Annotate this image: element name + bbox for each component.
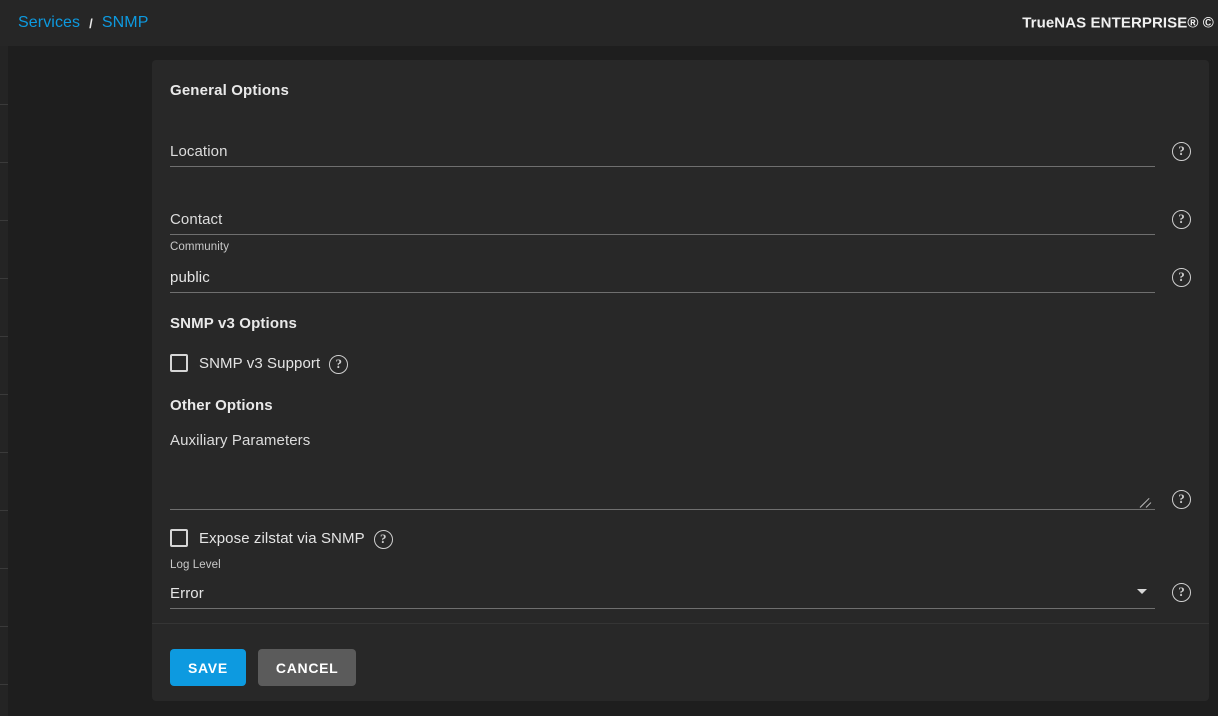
field-auxiliary-parameters-label: Auxiliary Parameters	[170, 432, 311, 449]
help-icon-auxiliary-parameters[interactable]: ?	[1172, 490, 1191, 509]
cancel-button[interactable]: CANCEL	[257, 649, 357, 686]
breadcrumb-separator: /	[89, 15, 93, 31]
form-actions: SAVE CANCEL	[170, 649, 357, 686]
checkbox-row-expose-zilstat[interactable]: Expose zilstat via SNMP ?	[170, 525, 1191, 551]
sidebar-nav-divider	[0, 626, 8, 627]
help-icon-expose-zilstat[interactable]: ?	[373, 529, 393, 549]
help-icon-log-level[interactable]: ?	[1172, 583, 1191, 602]
sidebar-nav-divider	[0, 220, 8, 221]
field-location-label: Location	[170, 143, 228, 160]
field-auxiliary-parameters[interactable]: Auxiliary Parameters ?	[170, 424, 1191, 510]
section-heading-general: General Options	[170, 82, 289, 99]
top-bar: Services / SNMP TrueNAS ENTERPRISE® © 20…	[0, 0, 1218, 46]
help-icon-snmpv3-support[interactable]: ?	[329, 354, 349, 374]
save-button[interactable]: SAVE	[170, 649, 246, 686]
field-log-level[interactable]: Log Level Error ?	[170, 555, 1191, 609]
checkbox-snmpv3-support[interactable]	[170, 354, 188, 372]
field-location[interactable]: Location ?	[170, 111, 1191, 167]
field-community-underline: Community public	[170, 237, 1155, 293]
chevron-down-icon[interactable]	[1137, 589, 1147, 594]
breadcrumb: Services / SNMP	[18, 14, 149, 32]
card-footer-divider	[152, 623, 1209, 624]
help-icon-contact[interactable]: ?	[1172, 210, 1191, 229]
field-location-underline: Location	[170, 111, 1155, 167]
sidebar-nav-divider	[0, 278, 8, 279]
sidebar-nav-divider	[0, 568, 8, 569]
field-log-level-value: Error	[170, 585, 204, 602]
sidebar-nav-divider	[0, 336, 8, 337]
field-log-level-label: Log Level	[170, 559, 221, 571]
section-heading-other: Other Options	[170, 397, 273, 414]
sidebar-nav-divider	[0, 394, 8, 395]
help-icon-community[interactable]: ?	[1172, 268, 1191, 287]
section-heading-snmpv3: SNMP v3 Options	[170, 315, 297, 332]
sidebar-nav-divider	[0, 104, 8, 105]
checkbox-label-snmpv3-support: SNMP v3 Support	[199, 354, 321, 372]
field-auxiliary-parameters-box[interactable]: Auxiliary Parameters	[170, 424, 1155, 510]
snmp-settings-card: General Options Location ? Contact ? Com…	[152, 60, 1209, 701]
field-log-level-underline[interactable]: Log Level Error	[170, 555, 1155, 609]
field-community[interactable]: Community public ?	[170, 237, 1191, 293]
breadcrumb-current-snmp[interactable]: SNMP	[102, 14, 149, 32]
field-community-value: public	[170, 269, 210, 286]
breadcrumb-link-services[interactable]: Services	[18, 14, 80, 32]
checkbox-expose-zilstat[interactable]	[170, 529, 188, 547]
product-copyright-label: TrueNAS ENTERPRISE® © 2024	[1022, 14, 1218, 32]
resize-grip-icon[interactable]	[1139, 496, 1152, 508]
checkbox-row-snmpv3-support[interactable]: SNMP v3 Support ?	[170, 350, 1191, 376]
field-community-label: Community	[170, 241, 230, 253]
sidebar-nav-divider	[0, 510, 8, 511]
field-contact-label: Contact	[170, 211, 223, 228]
field-contact-underline: Contact	[170, 179, 1155, 235]
help-icon-location[interactable]: ?	[1172, 142, 1191, 161]
checkbox-label-expose-zilstat: Expose zilstat via SNMP	[199, 529, 365, 547]
sidebar-nav-sliver[interactable]	[0, 46, 8, 716]
sidebar-nav-divider	[0, 684, 8, 685]
sidebar-nav-divider	[0, 452, 8, 453]
sidebar-nav-divider	[0, 162, 8, 163]
field-contact[interactable]: Contact ?	[170, 179, 1191, 235]
